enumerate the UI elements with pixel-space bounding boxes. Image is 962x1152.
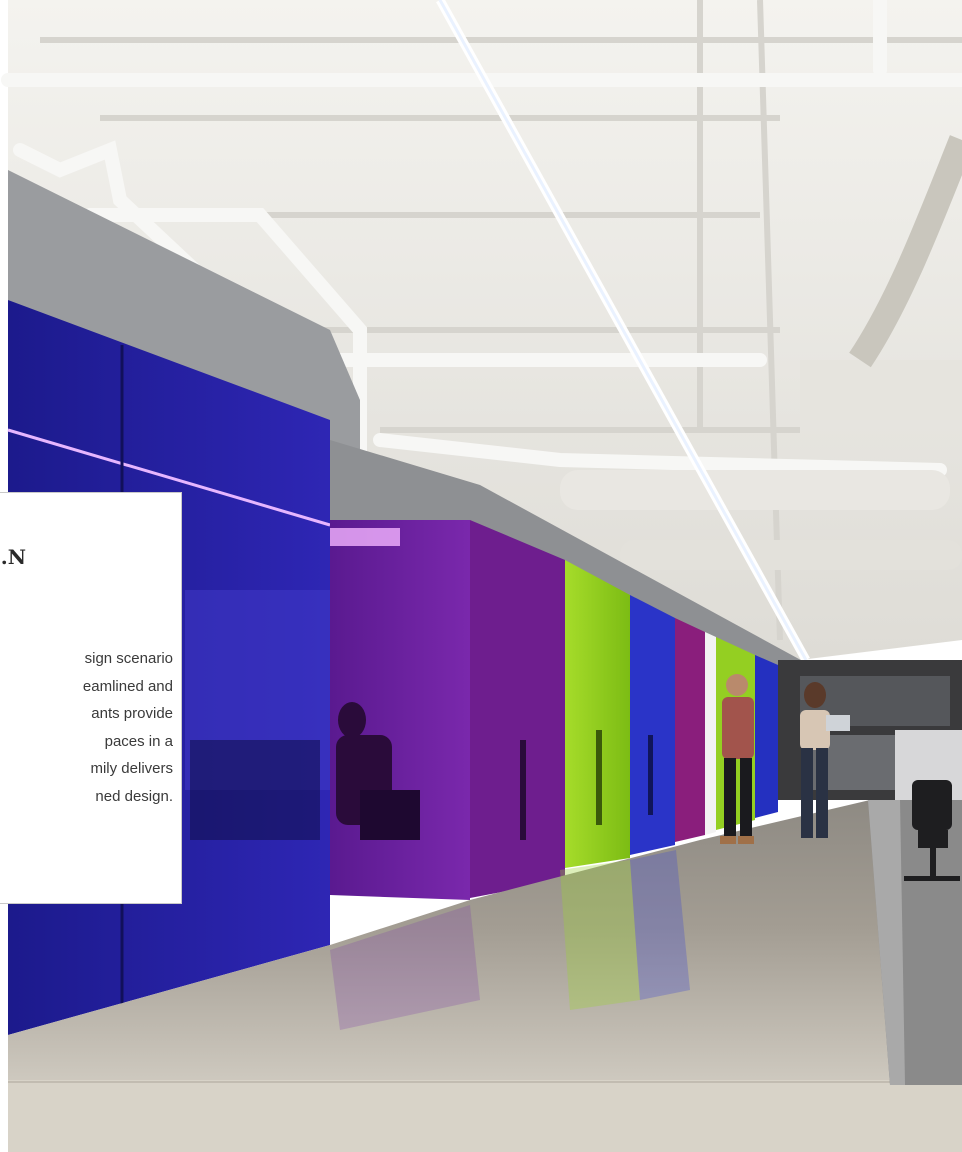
card-line: sign scenario xyxy=(84,650,173,667)
info-card: N. sign scenario eamlined and ants provi… xyxy=(0,492,182,904)
card-line: mily delivers xyxy=(90,760,173,778)
card-line: eamlined and xyxy=(82,677,173,695)
card-line: ned design. xyxy=(95,787,173,805)
card-heading: N. xyxy=(0,545,26,569)
card-line: ants provide xyxy=(91,705,173,723)
card-body: sign scenario eamlined and ants provide … xyxy=(0,645,181,811)
card-line: paces in a xyxy=(104,732,173,750)
